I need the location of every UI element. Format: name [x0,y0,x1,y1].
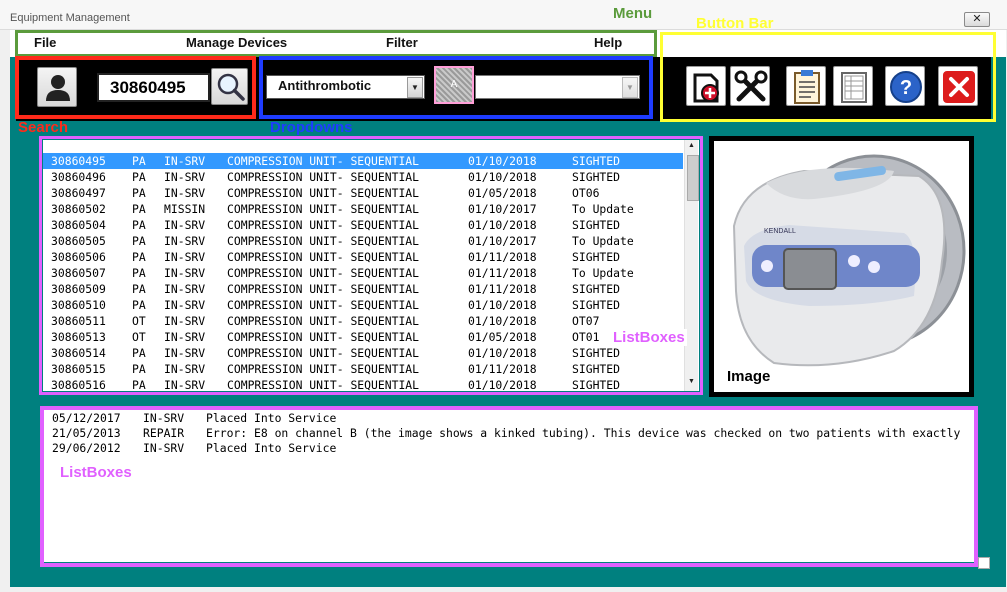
window-title: Equipment Management [10,12,130,24]
listbox-annotation-label-top: ListBoxes [611,329,687,346]
clipboard-button[interactable] [786,66,826,106]
chevron-down-icon[interactable]: ▼ [407,77,423,98]
chevron-down-icon[interactable]: ▼ [622,77,638,98]
image-caption: Image [727,368,771,385]
search-annotation-label: Search [18,119,69,136]
tools-button[interactable] [730,66,770,106]
search-input[interactable]: 30860495 [97,73,210,102]
help-glyph: ? [900,77,912,99]
compression-pump-image: KENDALL [732,154,966,367]
menu-annotation-label: Menu [613,5,653,22]
menu-annotation-box [15,30,657,57]
help-button[interactable]: ? [885,66,925,106]
secondary-dropdown[interactable] [475,75,640,99]
listbox-annotation-label-bottom: ListBoxes [60,464,132,481]
dropdowns-annotation-label: Dropdowns [270,119,353,136]
close-button[interactable] [938,66,978,106]
title-bar [0,0,1007,30]
resize-grip[interactable] [978,557,990,569]
device-add-icon [693,73,719,103]
clipboard-icon [794,70,820,104]
button-bar-annotation-label: Button Bar [696,15,774,32]
report-icon [841,72,867,103]
filter-toggle-button[interactable]: A [434,66,474,104]
user-button[interactable] [37,67,77,107]
close-icon [941,69,977,105]
listbox-annotation-box-bottom [40,406,978,567]
window-close-button[interactable]: ✕ [964,12,990,27]
category-dropdown-value: Antithrombotic [278,78,372,93]
magnifier-icon [217,73,245,101]
device-brand-label: KENDALL [764,228,796,235]
user-icon [46,75,70,101]
listbox-annotation-box-top [39,136,703,395]
help-icon: ? [890,71,922,103]
report-button[interactable] [833,66,873,106]
tools-icon [734,70,768,102]
device-image: KENDALL [714,141,969,392]
add-device-button[interactable] [686,66,726,106]
search-button[interactable] [211,68,248,105]
